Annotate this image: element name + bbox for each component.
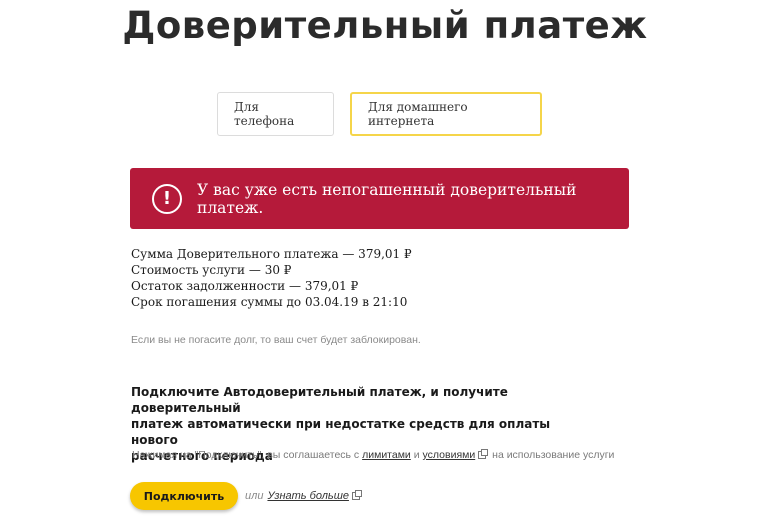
consent-prefix: Нажимая на "Подключить", вы соглашаетесь… [132, 449, 360, 461]
tab-home-internet[interactable]: Для домашнего интернета [350, 92, 542, 136]
consent-suffix: на использование услуги [492, 449, 615, 461]
block-warning-note: Если вы не погасите долг, то ваш счет бу… [131, 334, 421, 346]
detail-due-date: Срок погашения суммы до 03.04.19 в 21:10 [131, 295, 408, 309]
payment-details: Сумма Доверительного платежа — 379,01 ₽ … [131, 246, 412, 310]
payment-type-tabs: Для телефона Для домашнего интернета [217, 92, 542, 136]
promo-line: платеж автоматически при недостатке сред… [131, 417, 551, 447]
limits-link[interactable]: лимитами [362, 449, 411, 461]
detail-payment-amount: Сумма Доверительного платежа — 379,01 ₽ [131, 247, 412, 261]
unpaid-payment-alert: ! У вас уже есть непогашенный доверитель… [130, 168, 629, 229]
action-row: Подключить или Узнать больше [130, 482, 363, 510]
tab-phone[interactable]: Для телефона [217, 92, 334, 136]
consent-text: Нажимая на "Подключить", вы соглашаетесь… [132, 449, 614, 461]
or-text: или [245, 490, 264, 502]
page-title: Доверительный платеж [122, 4, 648, 47]
detail-remaining-debt: Остаток задолженности — 379,01 ₽ [131, 279, 359, 293]
promo-line: Подключите Автодоверительный платеж, и п… [131, 385, 508, 415]
exclamation-icon: ! [152, 183, 182, 214]
external-link-icon [351, 490, 362, 500]
learn-more-link[interactable]: Узнать больше [267, 490, 349, 502]
alert-message: У вас уже есть непогашенный доверительны… [197, 180, 577, 217]
connect-button[interactable]: Подключить [130, 482, 238, 510]
detail-service-cost: Стоимость услуги — 30 ₽ [131, 263, 292, 277]
external-link-icon [478, 449, 489, 460]
consent-and: и [413, 449, 420, 461]
conditions-link[interactable]: условиями [423, 449, 476, 461]
